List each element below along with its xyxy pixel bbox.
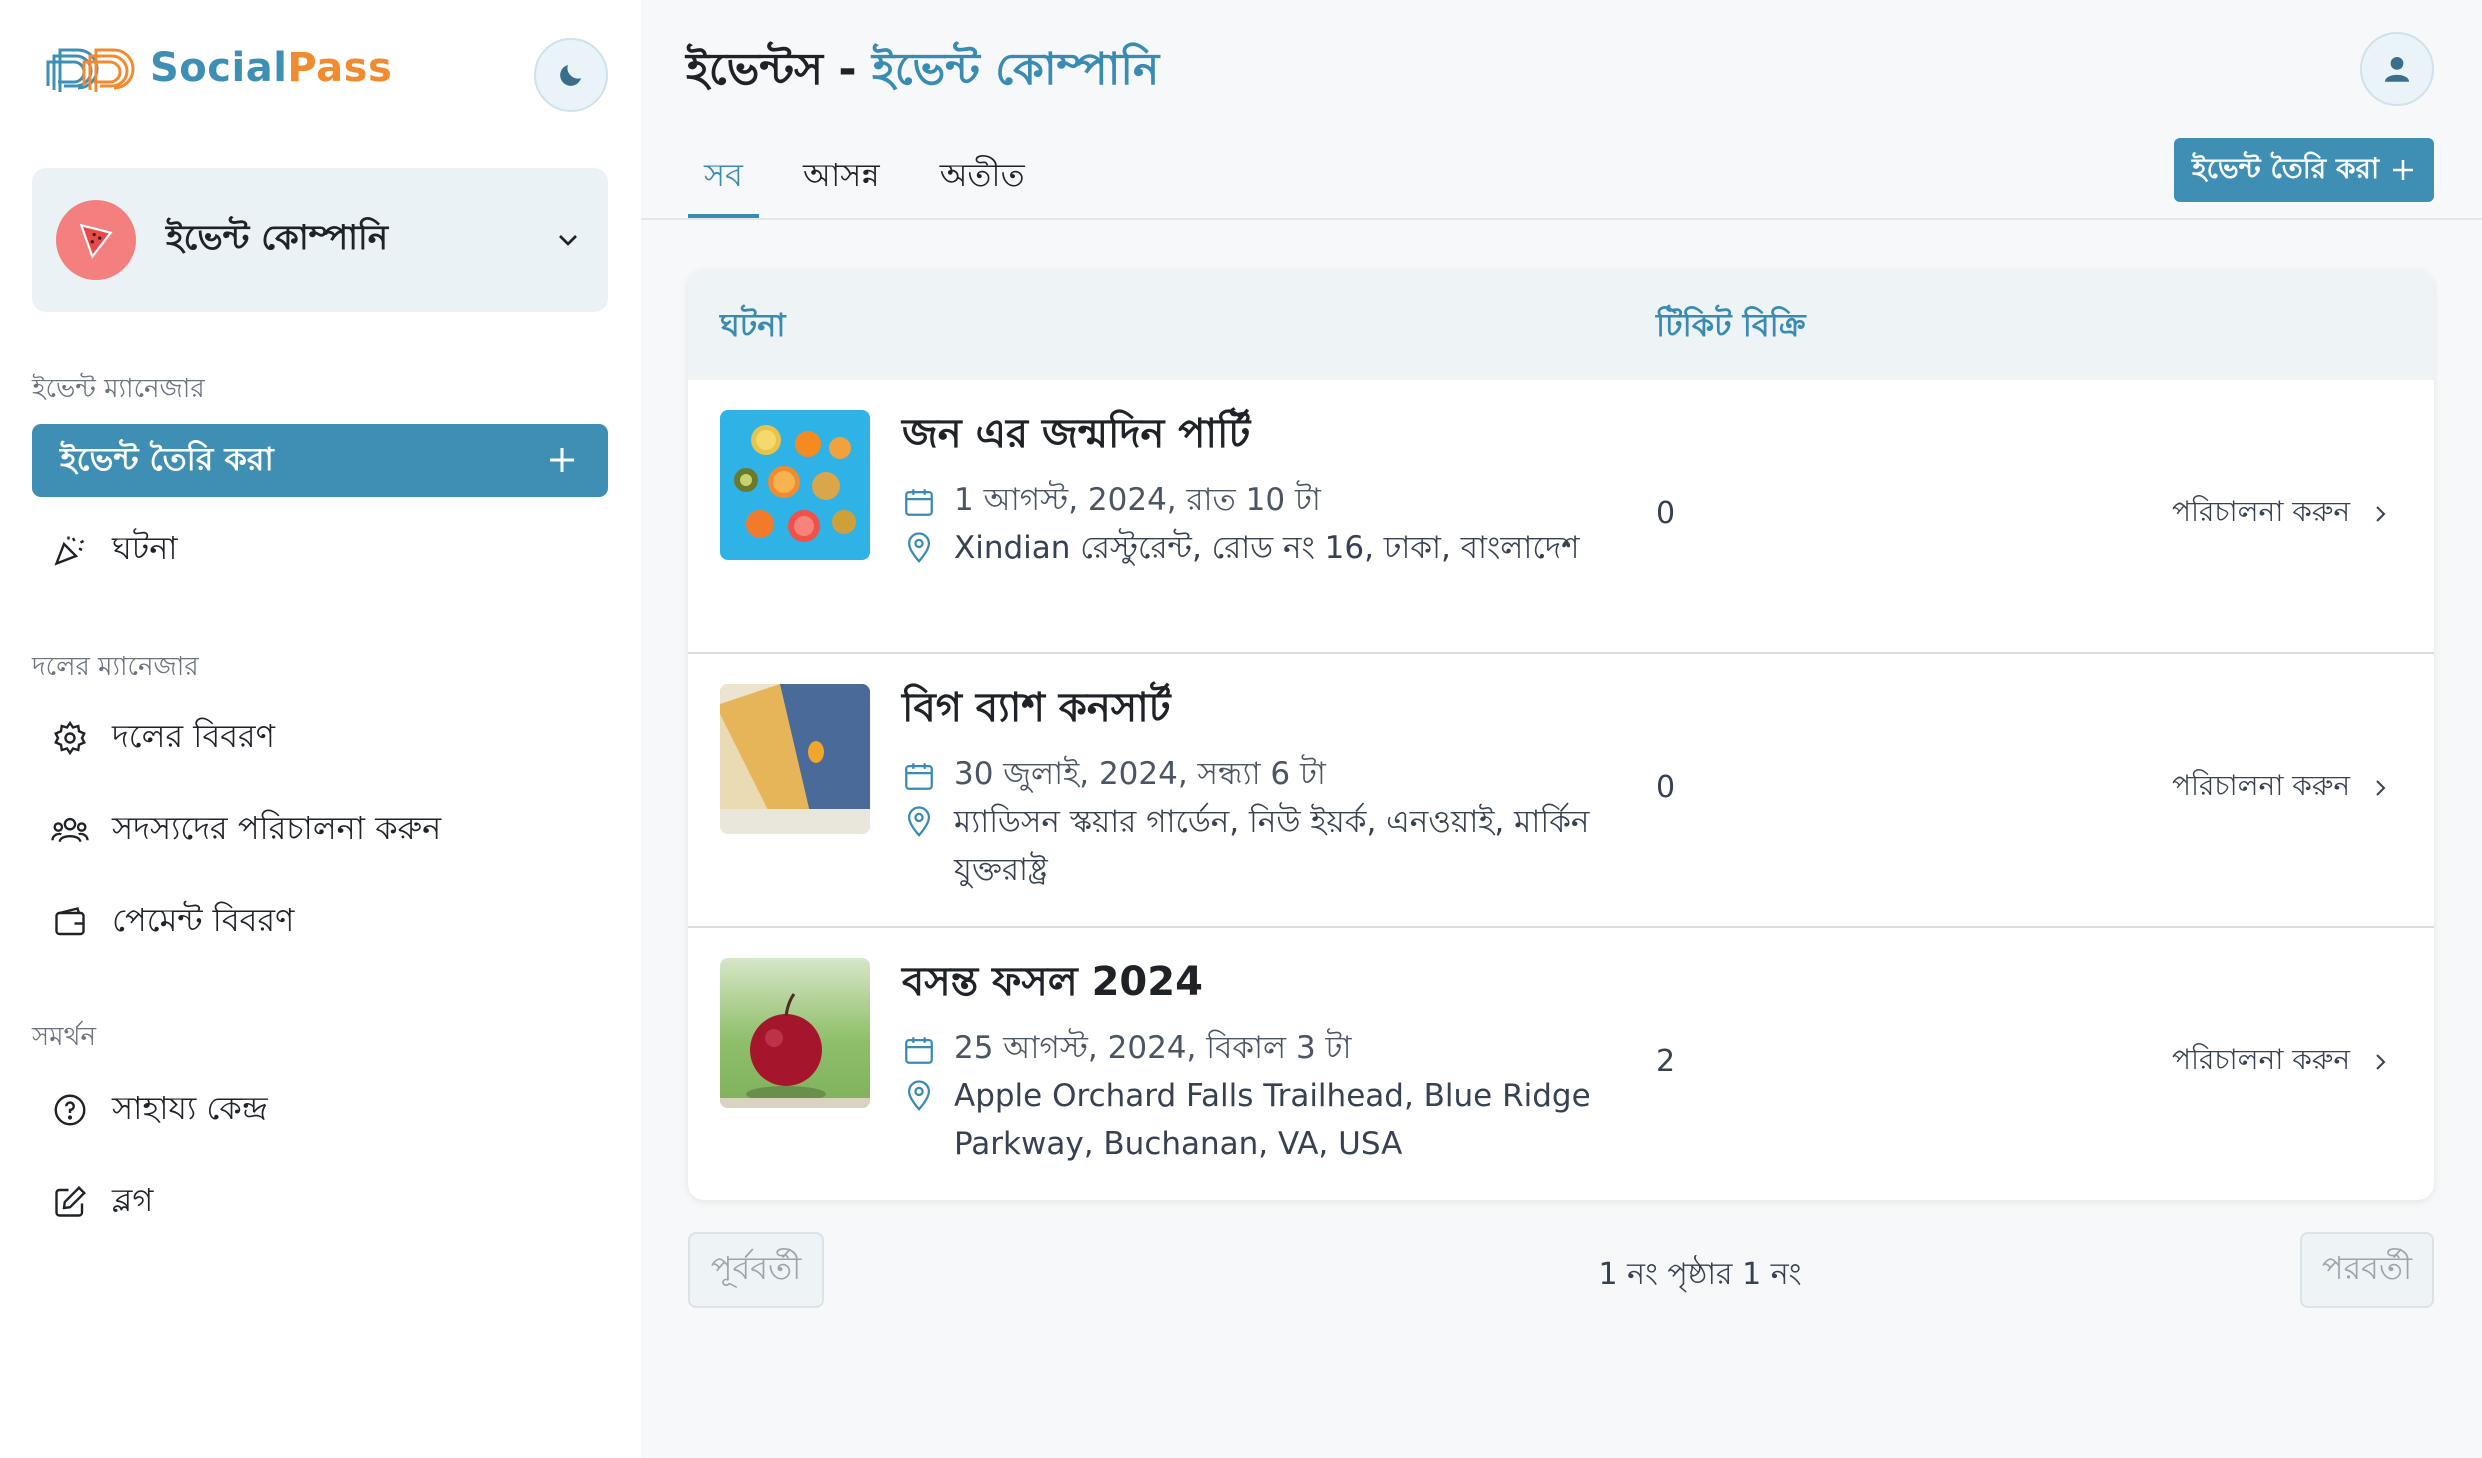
- sidebar-item-label: দলের বিবরণ: [112, 717, 276, 755]
- event-title[interactable]: জন এর জন্মদিন পার্টি: [902, 402, 1250, 469]
- event-date: 1 আগস্ট, 2024, রাত 10 টা: [902, 476, 1321, 528]
- previous-page-button[interactable]: পূর্ববর্তী: [688, 1232, 824, 1308]
- manage-event-link[interactable]: পরিচালনা করুন: [2172, 1038, 2392, 1085]
- manage-label: পরিচালনা করুন: [2172, 769, 2351, 802]
- manage-event-link[interactable]: পরিচালনা করুন: [2172, 490, 2392, 537]
- event-location-text: Apple Orchard Falls Trailhead, Blue Ridg…: [954, 1078, 1591, 1162]
- create-event-label: ইভেন্ট তৈরি করা: [60, 439, 274, 478]
- event-date-text: 25 আগস্ট, 2024, বিকাল 3 টা: [954, 1030, 1352, 1066]
- event-location-text: Xindian রেস্টুরেন্ট, রোড নং 16, ঢাকা, বা…: [954, 530, 1580, 566]
- plus-icon: [2393, 160, 2413, 180]
- event-thumbnail[interactable]: [720, 684, 870, 834]
- gear-icon: [50, 718, 90, 758]
- event-location: ম্যাডিসন স্কয়ার গার্ডেন, নিউ ইয়র্ক, এন…: [902, 798, 1602, 894]
- calendar-icon: [902, 485, 940, 519]
- tab-upcoming[interactable]: আসন্ন: [787, 150, 896, 218]
- tab-all[interactable]: সব: [688, 150, 759, 218]
- brand-name: SocialPass: [150, 45, 393, 91]
- user-icon: [2384, 56, 2410, 82]
- sidebar-item-team-details[interactable]: দলের বিবরণ: [32, 706, 608, 770]
- event-title[interactable]: বিগ ব্যাশ কনসার্ট: [902, 676, 1171, 743]
- tickets-sold-count: 2: [1656, 1044, 1676, 1079]
- event-location-text: ম্যাডিসন স্কয়ার গার্ডেন, নিউ ইয়র্ক, এন…: [954, 804, 1590, 888]
- create-event-button[interactable]: ইভেন্ট তৈরি করা: [2174, 138, 2434, 202]
- wallet-icon: [50, 902, 90, 942]
- event-filter-tabs: সব আসন্ন অতীত: [688, 150, 1069, 218]
- manage-event-link[interactable]: পরিচালনা করুন: [2172, 764, 2392, 811]
- calendar-icon: [902, 1033, 940, 1067]
- map-pin-icon: [902, 798, 940, 894]
- event-title[interactable]: বসন্ত ফসল 2024: [902, 950, 1203, 1017]
- page-title: ইভেন্টস - ইভেন্ট কোম্পানি: [686, 36, 1159, 109]
- page-title-team: ইভেন্ট কোম্পানি: [871, 44, 1160, 95]
- event-location: Xindian রেস্টুরেন্ট, রোড নং 16, ঢাকা, বা…: [902, 524, 1602, 572]
- sidebar-item-payment-details[interactable]: পেমেন্ট বিবরণ: [32, 890, 608, 954]
- sidebar-item-label: ঘটনা: [112, 529, 178, 567]
- moon-icon: [560, 65, 581, 86]
- team-selector[interactable]: ইভেন্ট কোম্পানি: [32, 168, 608, 312]
- profile-button[interactable]: [2360, 32, 2434, 106]
- chevron-right-icon: [2376, 1053, 2386, 1070]
- brand-logo-link[interactable]: SocialPass: [44, 40, 392, 96]
- event-date: 30 জুলাই, 2024, সন্ধ্যা 6 টা: [902, 750, 1326, 802]
- tickets-sold-count: 0: [1656, 496, 1676, 531]
- plus-icon: [550, 448, 574, 472]
- party-popper-icon: [50, 530, 90, 570]
- event-thumbnail[interactable]: [720, 958, 870, 1108]
- map-pin-icon: [902, 1072, 940, 1168]
- event-location: Apple Orchard Falls Trailhead, Blue Ridg…: [902, 1072, 1602, 1168]
- table-header: ঘটনা টিকিট বিক্রি: [688, 270, 2434, 380]
- page-title-prefix: ইভেন্টস -: [686, 44, 872, 95]
- section-label-event-manager: ইভেন্ট ম্যানেজার: [32, 374, 205, 404]
- page-indicator: 1 নং পৃষ্ঠার 1 নং: [1598, 1257, 1802, 1292]
- sidebar-item-label: পেমেন্ট বিবরণ: [112, 901, 295, 939]
- column-header-event: ঘটনা: [720, 306, 786, 344]
- watermelon-icon: [79, 223, 113, 259]
- event-date-text: 30 জুলাই, 2024, সন্ধ্যা 6 টা: [954, 756, 1326, 792]
- event-date: 25 আগস্ট, 2024, বিকাল 3 টা: [902, 1024, 1351, 1076]
- dark-mode-toggle[interactable]: [534, 38, 608, 112]
- help-circle-icon: [50, 1090, 90, 1130]
- calendar-icon: [902, 759, 940, 793]
- sidebar-item-blog[interactable]: ব্লগ: [32, 1170, 608, 1234]
- events-table: ঘটনা টিকিট বিক্রি জন এর জন্মদিন পার্টি 1…: [688, 270, 2434, 1200]
- sidebar-item-label: সদস্যদের পরিচালনা করুন: [112, 809, 442, 847]
- tickets-sold-count: 0: [1656, 770, 1676, 805]
- section-label-team-manager: দলের ম্যানেজার: [32, 652, 199, 682]
- sidebar-item-events[interactable]: ঘটনা: [32, 518, 608, 582]
- table-row: বসন্ত ফসল 2024 25 আগস্ট, 2024, বিকাল 3 ট…: [688, 928, 2434, 1200]
- sidebar-create-event-button[interactable]: ইভেন্ট তৈরি করা: [32, 424, 608, 497]
- event-thumbnail[interactable]: [720, 410, 870, 560]
- sidebar-item-manage-members[interactable]: সদস্যদের পরিচালনা করুন: [32, 798, 608, 862]
- sidebar-item-label: সাহায্য কেন্দ্র: [112, 1089, 268, 1127]
- table-row: বিগ ব্যাশ কনসার্ট 30 জুলাই, 2024, সন্ধ্য…: [688, 654, 2434, 928]
- tabs-divider: [641, 218, 2482, 220]
- team-avatar: [56, 200, 136, 280]
- chevron-right-icon: [2376, 505, 2386, 522]
- sidebar-item-help-center[interactable]: সাহায্য কেন্দ্র: [32, 1078, 608, 1142]
- sidebar: SocialPass ইভেন্ট কোম্পানি ইভেন্ট ম্যানে…: [0, 0, 641, 1458]
- users-icon: [50, 810, 90, 850]
- section-label-support: সমর্থন: [32, 1022, 96, 1052]
- sidebar-item-label: ব্লগ: [112, 1181, 154, 1219]
- create-event-label: ইভেন্ট তৈরি করা: [2192, 151, 2380, 185]
- event-date-text: 1 আগস্ট, 2024, রাত 10 টা: [954, 482, 1321, 518]
- column-header-tickets-sold: টিকিট বিক্রি: [1656, 306, 1806, 344]
- socialpass-logo-icon: [46, 48, 135, 92]
- manage-label: পরিচালনা করুন: [2172, 495, 2351, 528]
- chevron-down-icon: [559, 235, 577, 246]
- chevron-right-icon: [2376, 779, 2386, 796]
- next-page-button[interactable]: পরবর্তী: [2300, 1232, 2434, 1308]
- edit-icon: [50, 1182, 90, 1222]
- manage-label: পরিচালনা করুন: [2172, 1043, 2351, 1076]
- team-name: ইভেন্ট কোম্পানি: [166, 217, 388, 258]
- map-pin-icon: [902, 524, 940, 572]
- table-row: জন এর জন্মদিন পার্টি 1 আগস্ট, 2024, রাত …: [688, 380, 2434, 654]
- tab-past[interactable]: অতীত: [924, 150, 1041, 218]
